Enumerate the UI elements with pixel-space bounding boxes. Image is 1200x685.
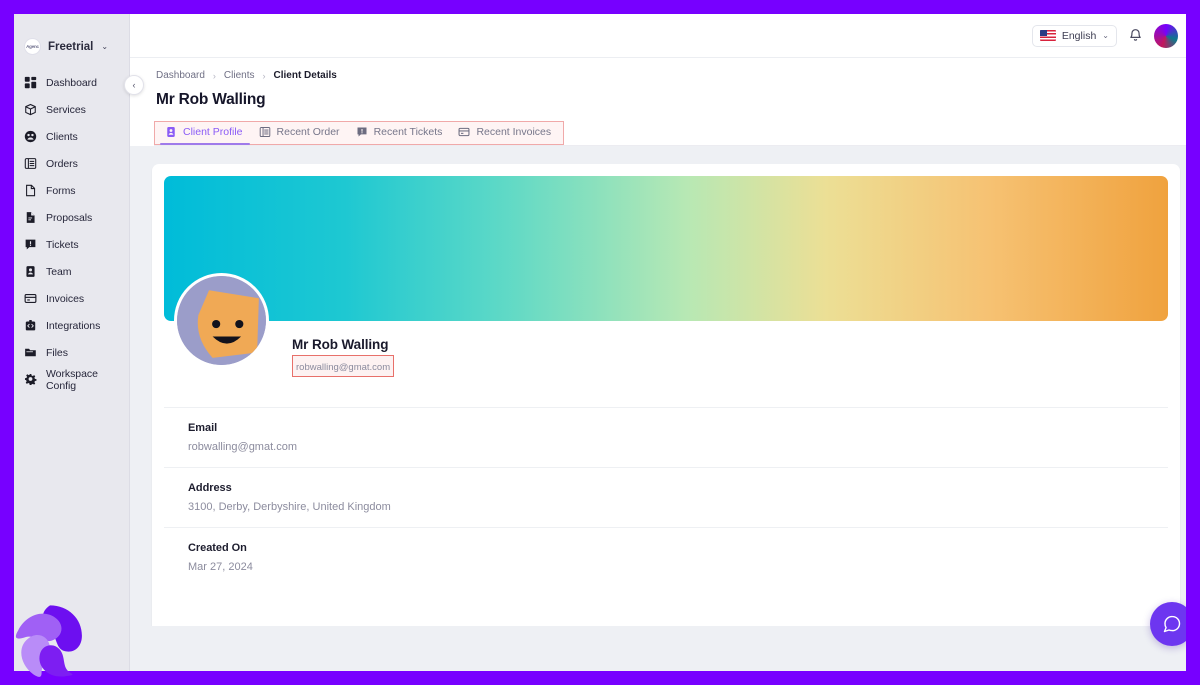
tab-label: Client Profile — [183, 126, 243, 138]
ticket-icon — [24, 238, 37, 251]
tab-group: Client Profile Recent Order Recent Ticke… — [154, 121, 565, 145]
client-details-list: Email robwalling@gmat.com Address 3100, … — [164, 407, 1168, 587]
invoice-card-icon — [24, 292, 37, 305]
document-icon — [24, 184, 37, 197]
tab-label: Recent Order — [276, 126, 340, 138]
language-label: English — [1061, 29, 1097, 42]
app-frame: Agenc Freetrial ⌄ Dashboard Services Cli… — [14, 14, 1186, 671]
sidebar-item-label: Integrations — [46, 319, 101, 332]
breadcrumb: Dashboard › Clients › Client Details — [130, 58, 1186, 81]
sidebar-item-label: Clients — [46, 130, 78, 143]
detail-value: Mar 27, 2024 — [188, 561, 253, 573]
detail-row-email: Email robwalling@gmat.com — [164, 407, 1168, 467]
breadcrumb-item-clients[interactable]: Clients — [224, 70, 255, 81]
tab-recent-order[interactable]: Recent Order — [252, 122, 349, 144]
breadcrumb-separator: › — [262, 70, 266, 81]
table-icon — [259, 126, 271, 138]
detail-value: 3100, Derby, Derbyshire, United Kingdom — [188, 501, 391, 513]
sidebar-item-tickets[interactable]: Tickets — [14, 231, 129, 258]
sidebar-item-label: Proposals — [46, 211, 93, 224]
chevron-down-icon: ⌄ — [101, 42, 109, 51]
detail-row-address: Address 3100, Derby, Derbyshire, United … — [164, 467, 1168, 527]
sidebar-collapse-button[interactable]: ‹ — [124, 75, 144, 95]
people-globe-icon — [24, 130, 37, 143]
proposal-icon — [24, 211, 37, 224]
chevron-left-icon: ‹ — [132, 80, 136, 90]
detail-label: Email — [188, 422, 218, 434]
sidebar-item-label: Team — [46, 265, 72, 278]
main-area: English ⌄ Dashboard › Clients › Client D… — [130, 14, 1186, 671]
content-scroll-area[interactable]: Mr Rob Walling robwalling@gmat.com Email… — [130, 146, 1186, 626]
bell-icon — [1130, 29, 1141, 41]
detail-row-created-on: Created On Mar 27, 2024 — [164, 527, 1168, 587]
client-email-text: robwalling@gmat.com — [296, 362, 391, 373]
profile-card-icon — [165, 126, 177, 138]
sidebar-item-workspace-config[interactable]: Workspace Config — [14, 366, 129, 393]
sidebar-item-invoices[interactable]: Invoices — [14, 285, 129, 312]
tab-recent-invoices[interactable]: Recent Invoices — [451, 122, 560, 144]
sidebar-item-clients[interactable]: Clients — [14, 123, 129, 150]
page-title: Mr Rob Walling — [130, 81, 1186, 109]
language-selector[interactable]: English ⌄ — [1031, 24, 1117, 47]
sidebar-item-proposals[interactable]: Proposals — [14, 204, 129, 231]
sidebar-item-label: Files — [46, 346, 68, 359]
detail-label: Created On — [188, 542, 247, 554]
integrations-icon — [24, 319, 37, 332]
us-flag-icon — [1039, 30, 1056, 41]
breadcrumb-item-client-details: Client Details — [273, 70, 337, 81]
sidebar-item-label: Orders — [46, 157, 78, 170]
sidebar-item-services[interactable]: Services — [14, 96, 129, 123]
pinwheel-logo — [8, 597, 92, 681]
workspace-logo-text: Agenc — [26, 44, 39, 49]
table-icon — [24, 157, 37, 170]
client-name: Mr Rob Walling — [292, 337, 389, 352]
sidebar: Agenc Freetrial ⌄ Dashboard Services Cli… — [14, 14, 130, 671]
smiley-face-avatar — [174, 273, 269, 368]
chevron-down-icon: ⌄ — [1102, 31, 1109, 40]
sidebar-item-forms[interactable]: Forms — [14, 177, 129, 204]
breadcrumb-item-dashboard[interactable]: Dashboard — [156, 70, 205, 81]
client-email-highlight: robwalling@gmat.com — [292, 355, 395, 377]
invoice-card-icon — [458, 126, 470, 138]
sidebar-item-label: Invoices — [46, 292, 85, 305]
sidebar-item-label: Dashboard — [46, 76, 97, 89]
sidebar-item-integrations[interactable]: Integrations — [14, 312, 129, 339]
client-profile-card: Mr Rob Walling robwalling@gmat.com Email… — [152, 164, 1180, 626]
sidebar-item-files[interactable]: Files — [14, 339, 129, 366]
workspace-name: Freetrial — [48, 40, 94, 53]
workspace-logo-icon: Agenc — [24, 38, 41, 55]
tab-label: Recent Invoices — [476, 126, 552, 138]
profile-identity-text: Mr Rob Walling robwalling@gmat.com — [292, 337, 395, 379]
grid-icon — [24, 76, 37, 89]
tab-recent-tickets[interactable]: Recent Tickets — [349, 122, 452, 144]
chat-bubble-icon — [1163, 615, 1181, 633]
profile-banner — [164, 176, 1168, 321]
breadcrumb-separator: › — [212, 70, 216, 81]
tab-label: Recent Tickets — [373, 126, 443, 138]
detail-label: Address — [188, 482, 232, 494]
sidebar-item-label: Services — [46, 103, 86, 116]
chat-widget-button[interactable] — [1150, 602, 1186, 646]
notifications-button[interactable] — [1128, 28, 1143, 43]
user-avatar[interactable] — [1154, 23, 1178, 48]
tab-client-profile[interactable]: Client Profile — [158, 122, 252, 145]
detail-value: robwalling@gmat.com — [188, 441, 297, 453]
profile-identity-row: Mr Rob Walling robwalling@gmat.com — [164, 273, 1168, 379]
sidebar-item-label: Workspace Config — [46, 367, 98, 392]
folder-icon — [24, 346, 37, 359]
ticket-icon — [356, 126, 368, 138]
top-bar: English ⌄ — [130, 14, 1186, 58]
team-icon — [24, 265, 37, 278]
sidebar-item-label: Tickets — [46, 238, 79, 251]
gear-icon — [24, 373, 37, 386]
sidebar-item-orders[interactable]: Orders — [14, 150, 129, 177]
box-icon — [24, 103, 37, 116]
sidebar-item-label: Forms — [46, 184, 76, 197]
sidebar-nav: Dashboard Services Clients Orders Forms … — [14, 69, 129, 393]
tabs-container: Client Profile Recent Order Recent Ticke… — [130, 109, 1186, 146]
sidebar-item-team[interactable]: Team — [14, 258, 129, 285]
workspace-switcher[interactable]: Agenc Freetrial ⌄ — [14, 14, 129, 55]
sidebar-item-dashboard[interactable]: Dashboard — [14, 69, 129, 96]
